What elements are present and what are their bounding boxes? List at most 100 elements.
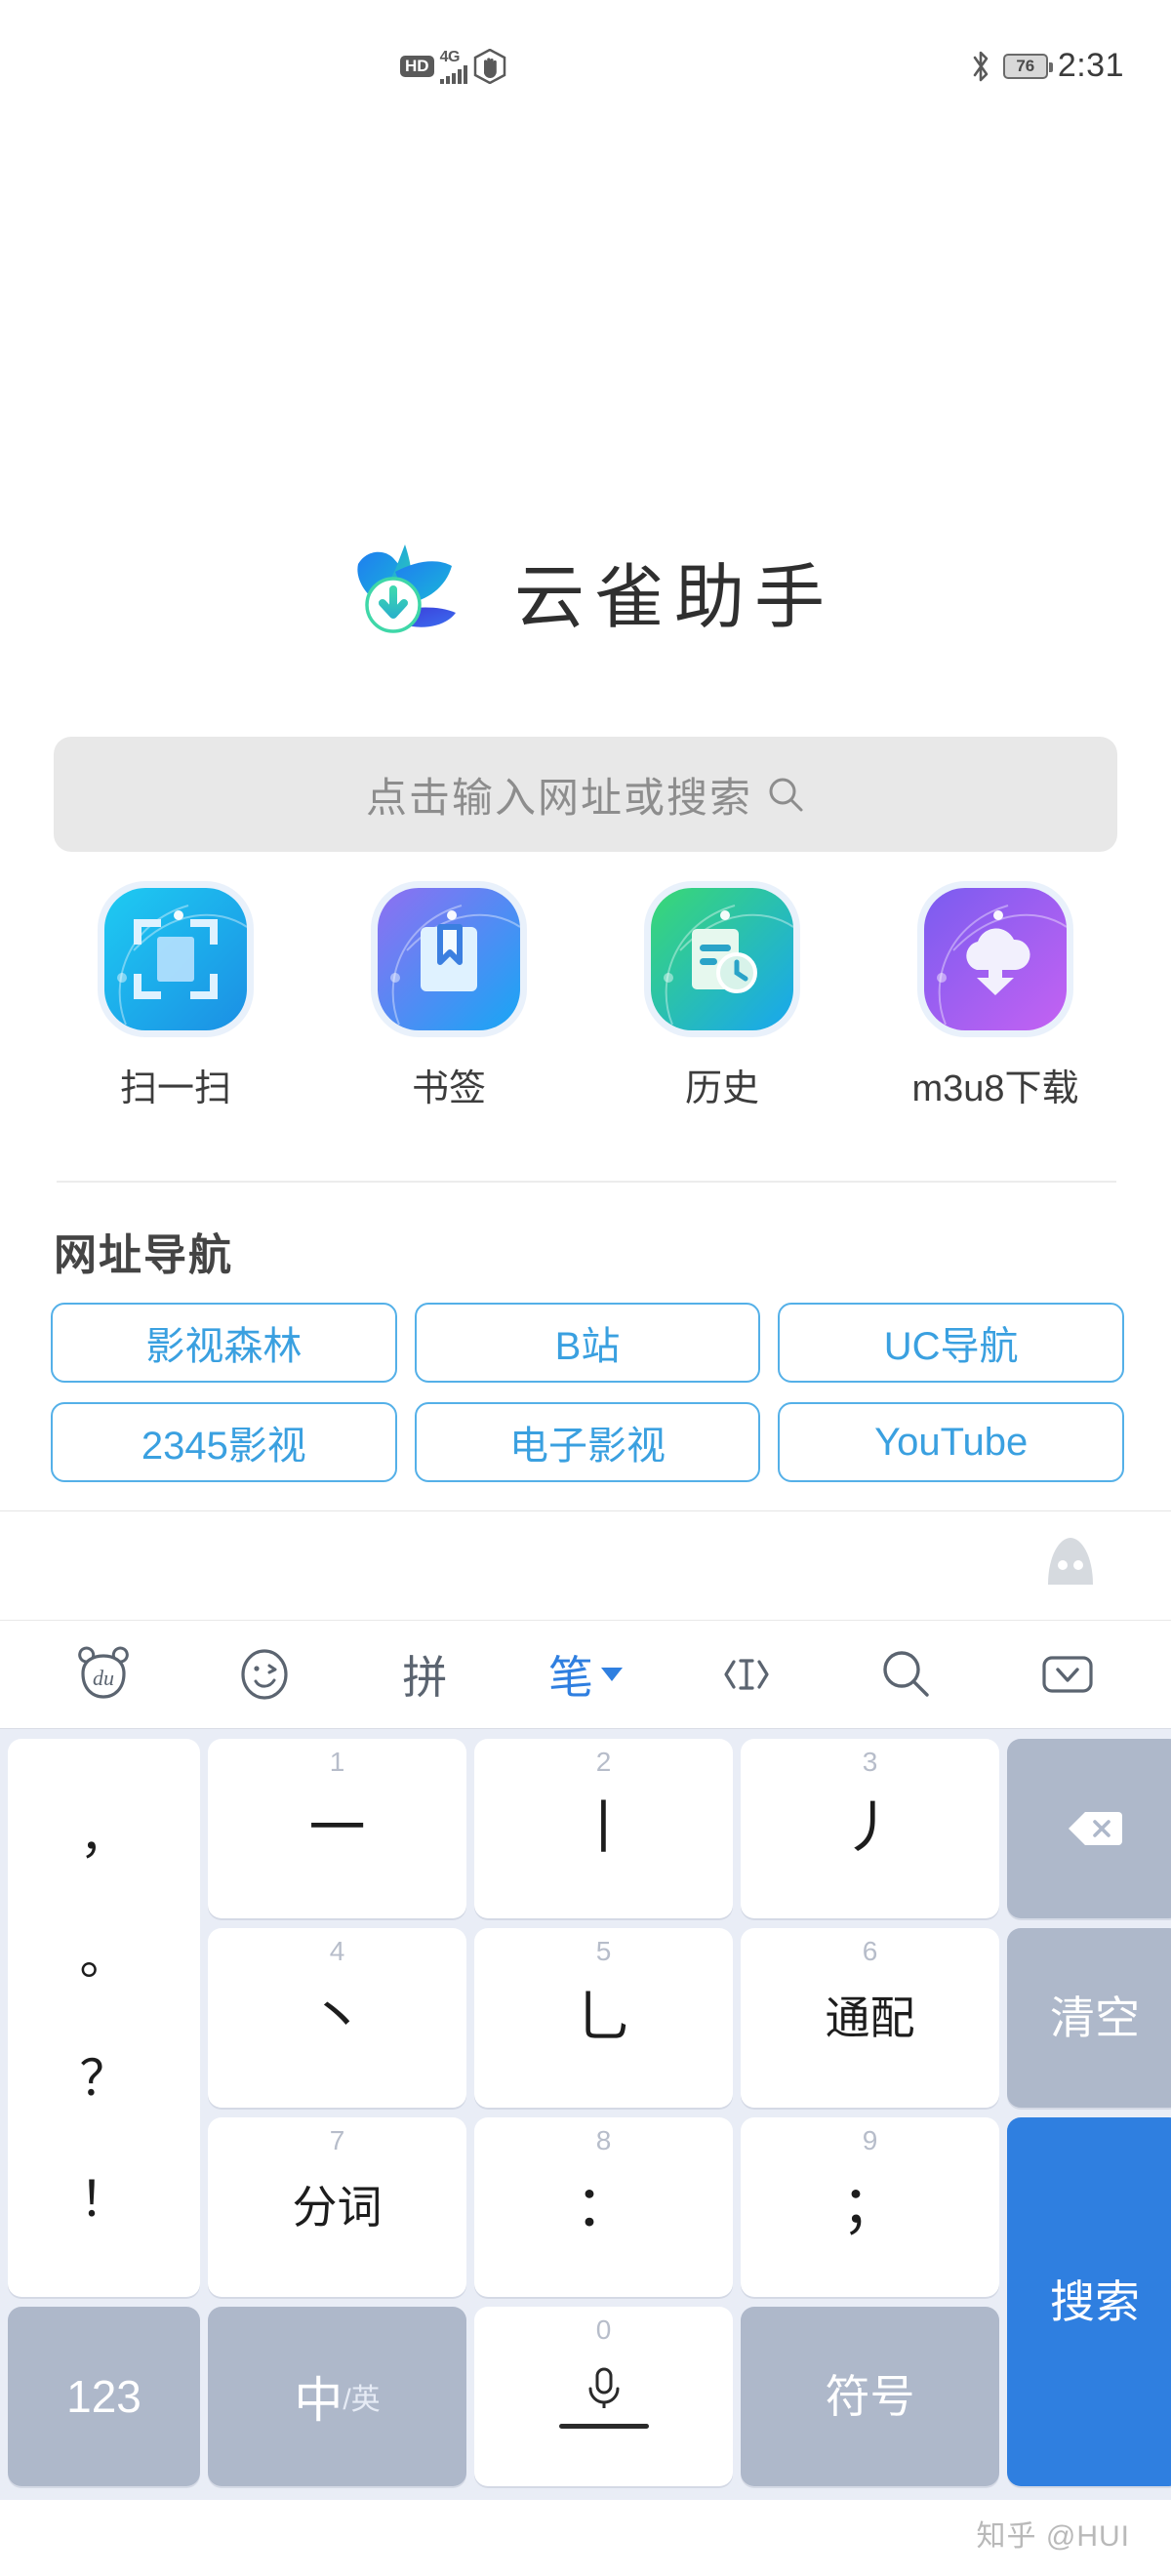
key-punctuation[interactable]: ， 。 ？ ！ [8, 1739, 200, 2297]
nav-link[interactable]: 电子影视 [414, 1402, 761, 1482]
chevron-down-icon[interactable] [600, 1668, 623, 1681]
key-stroke-1[interactable]: 1 一 [208, 1739, 466, 1918]
keyboard-search-icon[interactable] [853, 1635, 960, 1713]
history-tile[interactable] [651, 888, 793, 1030]
status-bar: HD 4G 76 2:31 [0, 0, 1171, 117]
key-label: ： [575, 2175, 632, 2238]
shortcut-m3u8-download[interactable]: m3u8下载 [893, 888, 1098, 1111]
shortcut-row: 扫一扫 书签 历史 m3u8下载 [0, 888, 1171, 1111]
key-number: 3 [862, 1747, 878, 1777]
key-label: 丶 [308, 1986, 366, 2049]
bluetooth-icon [973, 51, 989, 81]
key-number: 8 [595, 2125, 612, 2155]
bookmark-icon [421, 924, 477, 991]
space-mic-key[interactable]: 0 [474, 2307, 733, 2486]
keyboard-candidate-bar [0, 1510, 1171, 1620]
nav-link[interactable]: UC导航 [778, 1303, 1124, 1383]
nav-link[interactable]: B站 [414, 1303, 761, 1383]
key-number: 9 [862, 2125, 878, 2155]
key-stroke-3[interactable]: 3 丿 [741, 1739, 999, 1918]
clear-key[interactable]: 清空 [1007, 1928, 1171, 2108]
numeric-key[interactable]: 123 [8, 2307, 200, 2486]
key-label: 乚 [575, 1986, 632, 2049]
stroke-mode-label: 笔 [547, 1652, 593, 1703]
key-word-split[interactable]: 7 分词 [208, 2117, 466, 2297]
status-bar-clock: 2:31 [1057, 47, 1124, 84]
key-label-zh: 中 [294, 2373, 343, 2428]
key-label: 清空 [1050, 1992, 1140, 2043]
search-key[interactable]: 搜索 [1007, 2117, 1171, 2486]
shortcut-label: 书签 [411, 1068, 486, 1109]
shortcut-label: 历史 [684, 1068, 759, 1109]
page-title: 云雀助手 [513, 555, 834, 638]
key-exclaim[interactable]: ！ [80, 2175, 129, 2224]
nav-link-grid: 影视森林 B站 UC导航 2345影视 电子影视 YouTube [51, 1303, 1124, 1482]
app-brand: 云雀助手 [0, 527, 1171, 654]
key-stroke-5[interactable]: 5 乚 [474, 1928, 733, 2108]
key-wildcard[interactable]: 6 通配 [741, 1928, 999, 2108]
nav-heading: 网址导航 [54, 1231, 233, 1279]
nav-link[interactable]: 影视森林 [51, 1303, 397, 1383]
cloud-download-icon [966, 928, 1030, 995]
key-number: 7 [329, 2125, 345, 2155]
key-label: ； [841, 2175, 899, 2238]
key-stroke-4[interactable]: 4 丶 [208, 1928, 466, 2108]
symbols-key[interactable]: 符号 [741, 2307, 999, 2486]
nav-link[interactable]: 2345影视 [51, 1402, 397, 1482]
keyboard-keys: ， 。 ？ ！ 1 一 2 丨 3 丿 4 丶 5 乚 6 通配 清空 7 分词… [0, 1729, 1171, 2500]
status-bar-right: 76 2:31 [968, 47, 1124, 85]
scan-tile[interactable] [104, 888, 247, 1030]
do-not-disturb-icon [473, 49, 505, 84]
key-label: 符号 [825, 2371, 915, 2422]
key-label: 丨 [575, 1796, 632, 1860]
bookmark-tile[interactable] [378, 888, 520, 1030]
pinyin-mode-label: 拼 [402, 1652, 448, 1703]
key-label: 一 [308, 1796, 366, 1860]
phone-screen: HD 4G 76 2:31 云雀助手 点击输入网址或搜索 扫一扫 书签 历史 m… [0, 0, 1171, 2576]
key-number: 5 [595, 1936, 612, 1966]
language-toggle-key[interactable]: 中/英 [208, 2307, 466, 2486]
key-number: 2 [595, 1747, 612, 1777]
search-icon [769, 778, 803, 812]
shortcut-scan[interactable]: 扫一扫 [73, 888, 278, 1111]
battery-icon: 76 [1002, 53, 1053, 79]
search-placeholder: 点击输入网址或搜索 [365, 774, 752, 821]
key-comma[interactable]: ， [80, 1812, 129, 1861]
key-semicolon[interactable]: 9 ； [741, 2117, 999, 2297]
status-bar-left: HD 4G [400, 49, 506, 84]
key-question[interactable]: ？ [80, 2054, 129, 2103]
history-icon [692, 929, 757, 993]
key-number: 6 [862, 1936, 878, 1966]
scan-icon [134, 919, 218, 999]
hide-keyboard-icon[interactable] [1014, 1635, 1121, 1713]
key-number: 4 [329, 1936, 345, 1966]
keyboard-drag-handle-icon[interactable] [1040, 1532, 1101, 1592]
key-label: 丿 [841, 1796, 899, 1860]
stroke-mode-button[interactable]: 笔 [532, 1635, 639, 1713]
spacebar-indicator [558, 2423, 649, 2429]
shortcut-history[interactable]: 历史 [620, 888, 825, 1111]
keyboard-toolbar: du 拼 笔 [0, 1620, 1171, 1729]
key-label-en: /英 [343, 2384, 381, 2416]
key-number: 1 [329, 1747, 345, 1777]
key-label: 分词 [292, 2182, 383, 2233]
backspace-icon [1069, 1812, 1122, 1845]
key-period[interactable]: 。 [80, 1933, 129, 1982]
mic-icon [588, 2367, 619, 2408]
shortcut-label: 扫一扫 [119, 1068, 231, 1109]
key-colon[interactable]: 8 ： [474, 2117, 733, 2297]
m3u8-tile[interactable] [924, 888, 1067, 1030]
nav-link[interactable]: YouTube [778, 1402, 1124, 1482]
shortcut-bookmark[interactable]: 书签 [346, 888, 551, 1111]
pinyin-mode-button[interactable]: 拼 [371, 1635, 478, 1713]
cursor-move-icon[interactable] [693, 1635, 800, 1713]
baidu-bear-icon[interactable]: du [50, 1635, 157, 1713]
hd-badge: HD [400, 56, 434, 77]
key-label: 通配 [825, 1992, 915, 2043]
key-label: 123 [66, 2371, 141, 2422]
emoji-icon[interactable] [211, 1635, 318, 1713]
search-input[interactable]: 点击输入网址或搜索 [54, 737, 1117, 852]
lark-bird-download-logo [357, 544, 456, 633]
key-stroke-2[interactable]: 2 丨 [474, 1739, 733, 1918]
backspace-key[interactable] [1007, 1739, 1171, 1918]
